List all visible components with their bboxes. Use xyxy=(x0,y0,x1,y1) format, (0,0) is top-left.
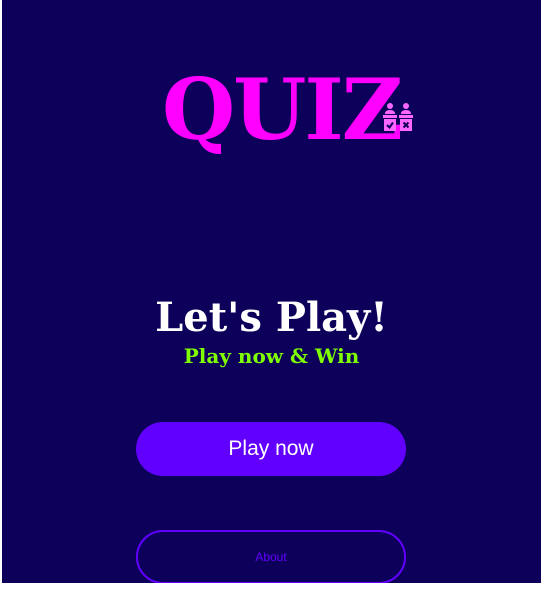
quiz-logo: QUIZ xyxy=(162,52,413,159)
logo-text: QUIZ xyxy=(162,60,403,159)
quiz-screen: QUIZ Let's Play! Play now & Win Play now… xyxy=(2,0,541,583)
quiz-players-icon xyxy=(383,103,413,131)
hero-subtitle: Play now & Win xyxy=(183,344,360,368)
about-button[interactable]: About xyxy=(136,530,406,583)
play-now-button[interactable]: Play now xyxy=(136,422,406,476)
hero-section: Let's Play! Play now & Win xyxy=(2,292,541,368)
hero-title: Let's Play! xyxy=(155,294,388,341)
